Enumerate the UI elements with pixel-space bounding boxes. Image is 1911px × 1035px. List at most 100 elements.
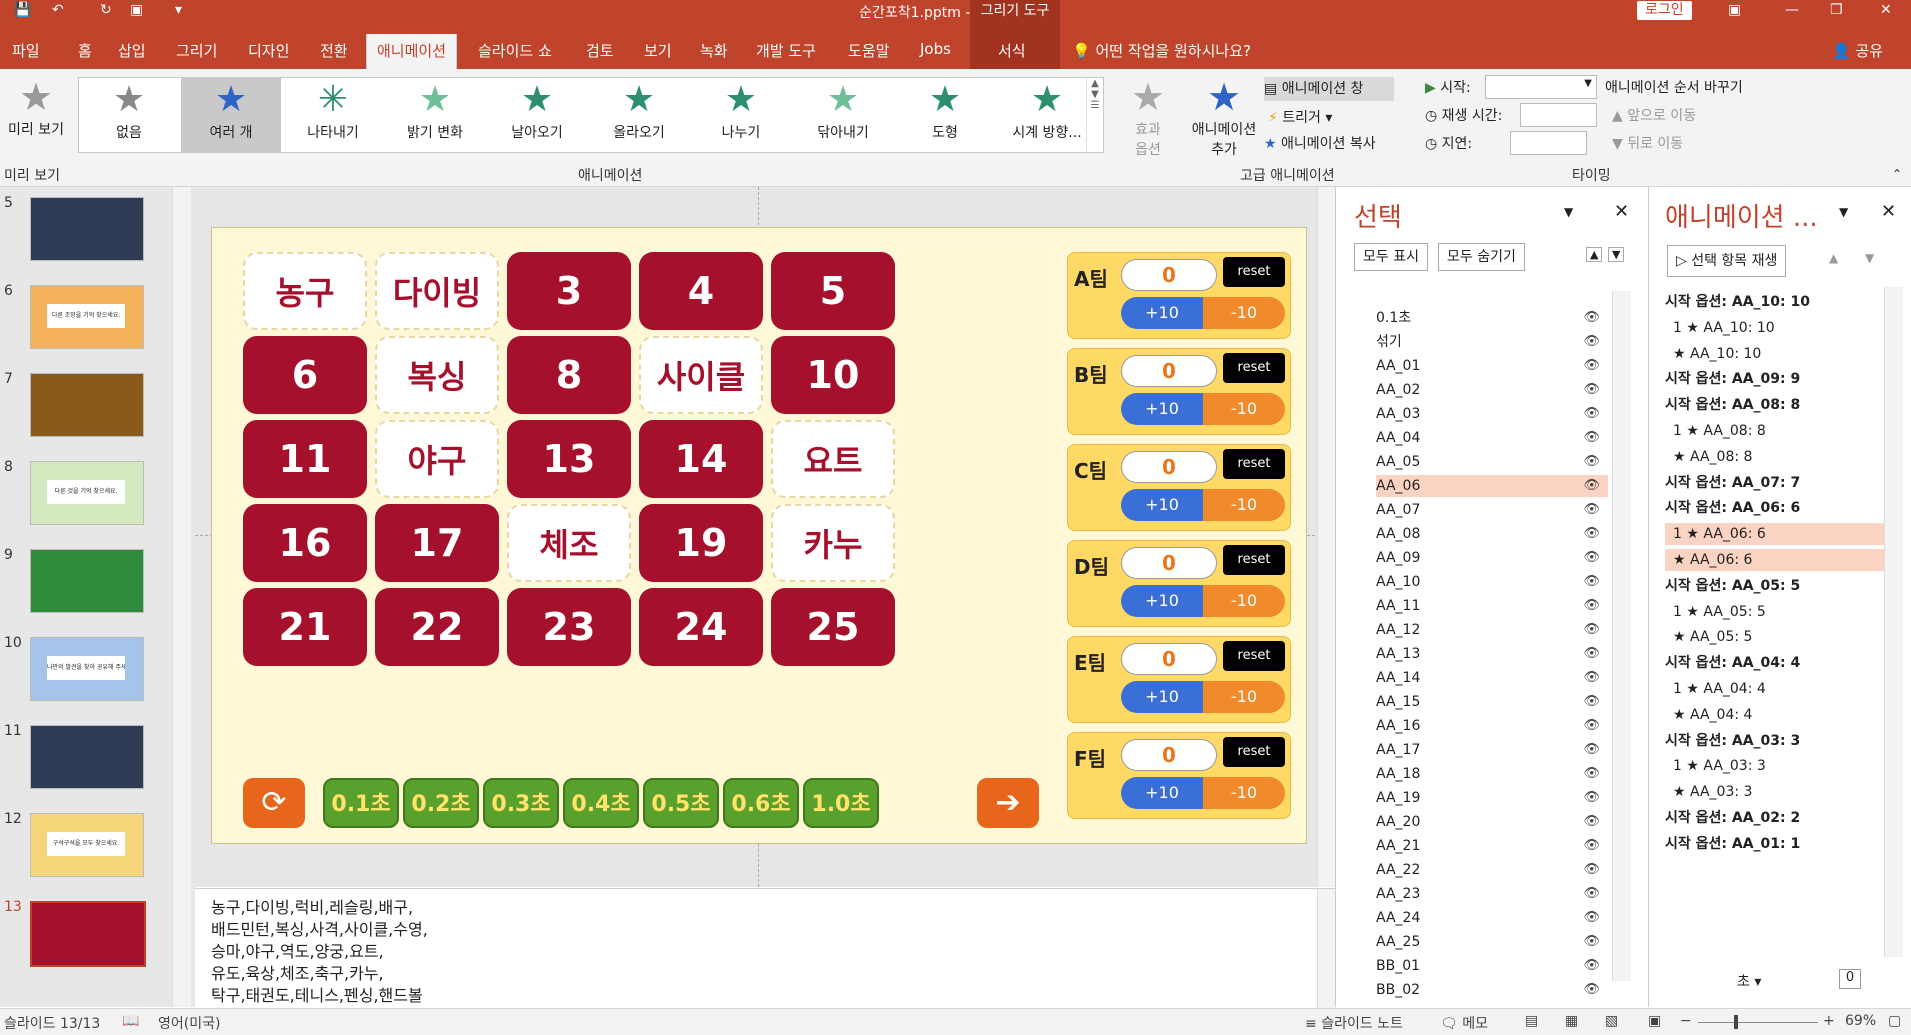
visibility-eye-icon[interactable]: 👁 xyxy=(1583,475,1600,497)
sorter-view-icon[interactable]: ▦ xyxy=(1565,1013,1578,1029)
slide-thumbnail[interactable] xyxy=(30,901,146,967)
minus-ten-button[interactable]: -10 xyxy=(1203,393,1285,425)
tab-insert[interactable]: 삽입 xyxy=(118,40,146,61)
seconds-dropdown[interactable]: 초 ▾ xyxy=(1737,971,1761,991)
board-tile[interactable]: 13 xyxy=(507,420,631,498)
slide-thumbnail[interactable] xyxy=(30,197,144,261)
visibility-eye-icon[interactable]: 👁 xyxy=(1583,907,1600,929)
selection-item[interactable]: AA_06 👁 xyxy=(1376,475,1608,497)
time-button[interactable]: 0.5초 xyxy=(643,778,719,828)
selection-item[interactable]: BB_01 👁 xyxy=(1376,955,1608,977)
spellcheck-icon[interactable]: 📖 xyxy=(122,1013,139,1029)
visibility-eye-icon[interactable]: 👁 xyxy=(1583,379,1600,401)
animation-list-item[interactable]: 시작 옵션: AA_04: 4 xyxy=(1665,652,1890,674)
move-up-icon[interactable]: ▲ xyxy=(1829,251,1838,265)
tab-animations[interactable]: 애니메이션 xyxy=(366,34,458,69)
selection-item[interactable]: AA_13 👁 xyxy=(1376,643,1608,665)
slideshow-view-icon[interactable]: ▣ xyxy=(1648,1013,1661,1029)
reset-button[interactable]: reset xyxy=(1223,545,1285,575)
slide-thumbnail[interactable] xyxy=(30,373,144,437)
selection-item[interactable]: AA_07 👁 xyxy=(1376,499,1608,521)
animation-list-item[interactable]: ★ AA_06: 6 xyxy=(1665,549,1898,571)
anim-wipe[interactable]: ★ 닦아내기 xyxy=(793,78,893,152)
animation-list-item[interactable]: 1 ★ AA_10: 10 xyxy=(1665,317,1898,339)
visibility-eye-icon[interactable]: 👁 xyxy=(1583,499,1600,521)
board-tile[interactable]: 체조 xyxy=(507,504,631,582)
start-dropdown[interactable]: ▼ xyxy=(1485,75,1597,99)
shuffle-button[interactable]: ⟳ xyxy=(243,778,305,828)
animation-list-item[interactable]: ★ AA_10: 10 xyxy=(1665,343,1898,365)
visibility-eye-icon[interactable]: 👁 xyxy=(1583,859,1600,881)
tell-me-box[interactable]: 💡 어떤 작업을 원하시나요? xyxy=(1072,40,1251,61)
play-selected-button[interactable]: ▷ 선택 항목 재생 xyxy=(1667,245,1787,277)
selection-item[interactable]: AA_23 👁 xyxy=(1376,883,1608,905)
selection-item[interactable]: AA_03 👁 xyxy=(1376,403,1608,425)
anim-wheel[interactable]: ★ 시계 방향... xyxy=(997,78,1097,152)
preview-button[interactable]: ★ 미리 보기 xyxy=(6,75,66,139)
slide-scrollbar[interactable] xyxy=(1317,187,1336,887)
zoom-level[interactable]: 69% xyxy=(1845,1013,1876,1029)
language-indicator[interactable]: 영어(미국) xyxy=(158,1013,220,1033)
slide-thumbnail[interactable]: 구석구석을 모두 찾으세요. xyxy=(30,813,144,877)
board-tile[interactable]: 야구 xyxy=(375,420,499,498)
selection-item[interactable]: AA_11 👁 xyxy=(1376,595,1608,617)
anim-pane-options-icon[interactable]: ▼ xyxy=(1839,205,1848,219)
anim-fade[interactable]: ★ 밝기 변화 xyxy=(385,78,485,152)
visibility-eye-icon[interactable]: 👁 xyxy=(1583,739,1600,761)
visibility-eye-icon[interactable]: 👁 xyxy=(1583,643,1600,665)
reading-view-icon[interactable]: ▧ xyxy=(1605,1013,1618,1029)
board-tile[interactable]: 농구 xyxy=(243,252,367,330)
zoom-slider-thumb[interactable] xyxy=(1734,1015,1738,1029)
animation-list-item[interactable]: 시작 옵션: AA_05: 5 xyxy=(1665,575,1890,597)
notes-toggle[interactable]: ≡ 슬라이드 노트 xyxy=(1305,1013,1403,1033)
comments-toggle[interactable]: 🗨 메모 xyxy=(1440,1013,1488,1033)
animation-list-item[interactable]: 시작 옵션: AA_08: 8 xyxy=(1665,394,1890,416)
minus-ten-button[interactable]: -10 xyxy=(1203,681,1285,713)
selection-item[interactable]: BB_02 👁 xyxy=(1376,979,1608,1001)
collapse-ribbon-icon[interactable]: ⌃ xyxy=(1892,167,1902,181)
animation-list-item[interactable]: ★ AA_05: 5 xyxy=(1665,626,1898,648)
gallery-scroll[interactable]: ▲ ▼ ☰ xyxy=(1086,78,1103,152)
selection-item[interactable]: AA_25 👁 xyxy=(1376,931,1608,953)
visibility-eye-icon[interactable]: 👁 xyxy=(1583,619,1600,641)
selection-item[interactable]: 0.1초 👁 xyxy=(1376,307,1608,329)
animation-list-item[interactable]: ★ AA_04: 4 xyxy=(1665,704,1898,726)
tab-view[interactable]: 보기 xyxy=(644,40,672,61)
selection-item[interactable]: AA_01 👁 xyxy=(1376,355,1608,377)
delay-input[interactable] xyxy=(1510,131,1587,155)
plus-ten-button[interactable]: +10 xyxy=(1121,777,1203,809)
reset-button[interactable]: reset xyxy=(1223,641,1285,671)
animation-list-item[interactable]: 시작 옵션: AA_06: 6 xyxy=(1665,497,1890,519)
board-tile[interactable]: 8 xyxy=(507,336,631,414)
minimize-icon[interactable]: — xyxy=(1785,2,1799,18)
minus-ten-button[interactable]: -10 xyxy=(1203,489,1285,521)
animation-list-item[interactable]: 시작 옵션: AA_07: 7 xyxy=(1665,472,1890,494)
close-animation-pane-icon[interactable]: ✕ xyxy=(1881,201,1896,222)
tab-jobs[interactable]: Jobs xyxy=(920,40,951,58)
zoom-slider[interactable] xyxy=(1698,1022,1818,1023)
board-tile[interactable]: 복싱 xyxy=(375,336,499,414)
board-tile[interactable]: 25 xyxy=(771,588,895,666)
visibility-eye-icon[interactable]: 👁 xyxy=(1583,595,1600,617)
hide-all-button[interactable]: 모두 숨기기 xyxy=(1438,243,1525,271)
board-tile[interactable]: 21 xyxy=(243,588,367,666)
slide-thumbnail[interactable]: 다른 것을 기억 찾으세요. xyxy=(30,461,144,525)
tab-file[interactable]: 파일 xyxy=(12,40,40,61)
animation-list-item[interactable]: ★ AA_08: 8 xyxy=(1665,446,1898,468)
board-tile[interactable]: 다이빙 xyxy=(375,252,499,330)
tab-slideshow[interactable]: 슬라이드 쇼 xyxy=(478,40,552,61)
tab-help[interactable]: 도움말 xyxy=(848,40,889,61)
selection-item[interactable]: AA_17 👁 xyxy=(1376,739,1608,761)
tab-draw[interactable]: 그리기 xyxy=(176,40,217,61)
selection-item[interactable]: AA_08 👁 xyxy=(1376,523,1608,545)
show-all-button[interactable]: 모두 표시 xyxy=(1354,243,1428,271)
plus-ten-button[interactable]: +10 xyxy=(1121,681,1203,713)
close-window-icon[interactable]: ✕ xyxy=(1880,2,1892,18)
slide-thumbnail[interactable] xyxy=(30,549,144,613)
tab-design[interactable]: 디자인 xyxy=(248,40,289,61)
restore-icon[interactable]: ❐ xyxy=(1830,2,1843,18)
selection-item[interactable]: AA_02 👁 xyxy=(1376,379,1608,401)
visibility-eye-icon[interactable]: 👁 xyxy=(1583,979,1600,1001)
visibility-eye-icon[interactable]: 👁 xyxy=(1583,931,1600,953)
animation-list-item[interactable]: 1 ★ AA_05: 5 xyxy=(1665,601,1898,623)
